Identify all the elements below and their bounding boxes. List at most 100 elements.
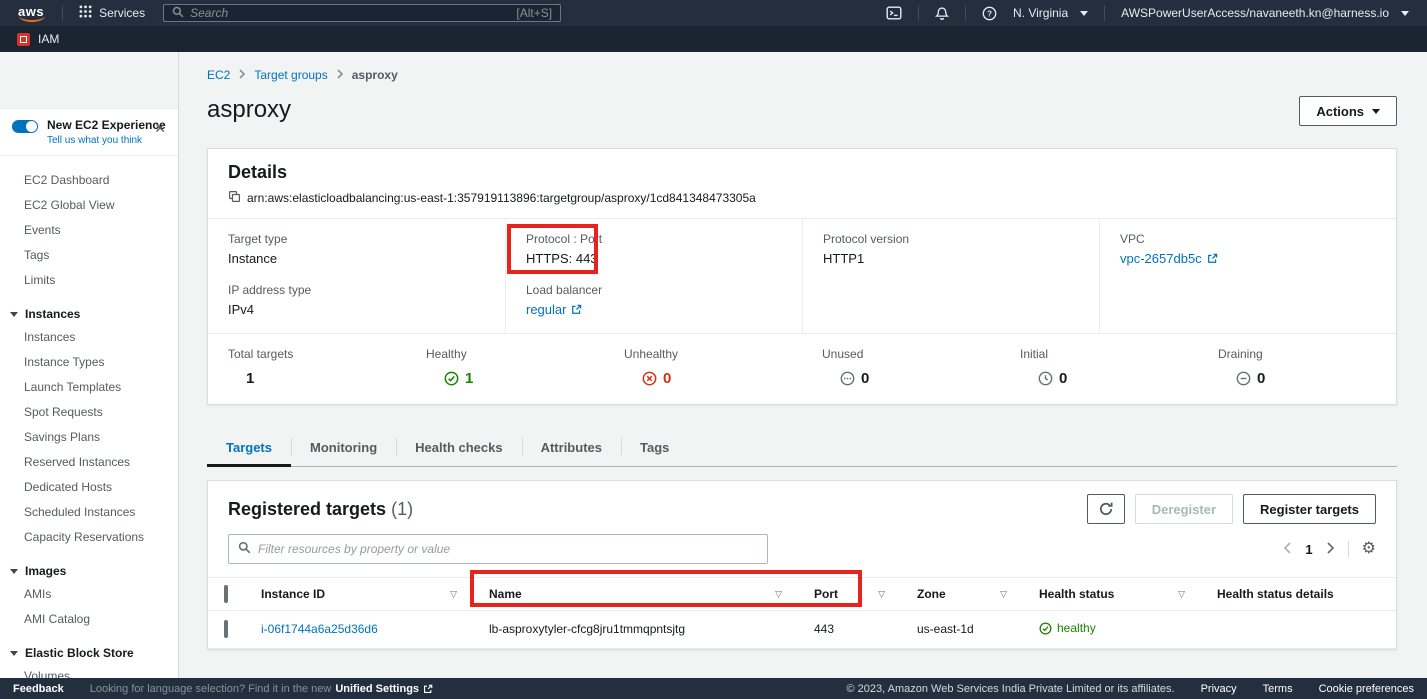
- divider: [1348, 541, 1349, 557]
- sidebar-section-instances[interactable]: Instances: [0, 303, 178, 325]
- divider: [62, 5, 63, 21]
- cookie-preferences-link[interactable]: Cookie preferences: [1319, 683, 1414, 695]
- table-row: i-06f1744a6a25d36d6 lb-asproxytyler-cfcg…: [208, 611, 1396, 649]
- close-icon[interactable]: ✕: [154, 121, 166, 135]
- privacy-link[interactable]: Privacy: [1201, 683, 1237, 695]
- sidebar-item-instance-types[interactable]: Instance Types: [0, 350, 178, 375]
- tab-tags[interactable]: Tags: [621, 429, 688, 466]
- sidebar-nav-list: EC2 Dashboard EC2 Global View Events Tag…: [0, 156, 178, 678]
- instance-id-link[interactable]: i-06f1744a6a25d36d6: [261, 622, 378, 636]
- copy-icon[interactable]: [228, 190, 241, 206]
- health-status-text: healthy: [1057, 621, 1096, 635]
- divider: [918, 5, 919, 21]
- table-settings-gear-icon[interactable]: ⚙: [1362, 541, 1376, 557]
- tab-attributes[interactable]: Attributes: [522, 429, 621, 466]
- aws-logo[interactable]: aws: [10, 2, 54, 24]
- detail-tabs: Targets Monitoring Health checks Attribu…: [207, 429, 1397, 467]
- external-link-icon: [571, 304, 582, 315]
- row-checkbox[interactable]: [224, 620, 228, 638]
- next-page-button[interactable]: [1326, 542, 1335, 557]
- unified-settings-link[interactable]: Unified Settings: [335, 683, 419, 695]
- register-targets-button[interactable]: Register targets: [1243, 494, 1376, 524]
- sidebar-item-reserved-instances[interactable]: Reserved Instances: [0, 450, 178, 475]
- filter-input-box[interactable]: [228, 534, 768, 564]
- experience-toggle[interactable]: [12, 120, 38, 133]
- cell-port: 443: [806, 611, 909, 649]
- field-protocol-version: Protocol version HTTP1: [823, 232, 1079, 266]
- help-button[interactable]: ?: [974, 0, 1005, 26]
- divider: [965, 5, 966, 21]
- sidebar-item-scheduled-instances[interactable]: Scheduled Instances: [0, 500, 178, 525]
- stat-label: Draining: [1218, 347, 1396, 361]
- field-label: Target type: [228, 232, 485, 246]
- search-input[interactable]: [190, 6, 510, 20]
- global-search[interactable]: [Alt+S]: [163, 4, 561, 22]
- console-footer: Feedback Looking for language selection?…: [0, 678, 1427, 699]
- breadcrumb-separator: [238, 68, 246, 82]
- sidebar-item-limits[interactable]: Limits: [0, 268, 178, 293]
- column-instance-id: Instance ID: [261, 587, 325, 601]
- load-balancer-link[interactable]: regular: [526, 302, 582, 317]
- sidebar-section-elastic-block-store[interactable]: Elastic Block Store: [0, 642, 178, 664]
- page-number[interactable]: 1: [1305, 542, 1312, 557]
- sidebar-item-instances[interactable]: Instances: [0, 325, 178, 350]
- breadcrumb-target-groups[interactable]: Target groups: [254, 68, 327, 82]
- field-load-balancer: Load balancer regular: [526, 283, 782, 317]
- sort-icon[interactable]: ▽: [1000, 589, 1007, 600]
- terms-link[interactable]: Terms: [1263, 683, 1293, 695]
- stat-draining: Draining 0: [1198, 347, 1396, 387]
- actions-button[interactable]: Actions: [1299, 96, 1397, 126]
- top-navigation-bar: aws Services [Alt+S] ? N. Virginia A: [0, 0, 1427, 26]
- sidebar-item-events[interactable]: Events: [0, 218, 178, 243]
- sort-icon[interactable]: ▽: [878, 589, 885, 600]
- notifications-bell-button[interactable]: [927, 0, 957, 26]
- sort-icon[interactable]: ▽: [450, 589, 457, 600]
- select-all-checkbox[interactable]: [224, 585, 228, 603]
- sidebar-item-ec2-global-view[interactable]: EC2 Global View: [0, 193, 178, 218]
- tab-monitoring[interactable]: Monitoring: [291, 429, 396, 466]
- details-panel: Details arn:aws:elasticloadbalancing:us-…: [207, 148, 1397, 405]
- health-status-badge: healthy: [1039, 621, 1096, 635]
- sidebar-item-savings-plans[interactable]: Savings Plans: [0, 425, 178, 450]
- cloudshell-button[interactable]: [878, 0, 910, 26]
- stat-value: 0: [861, 370, 869, 387]
- field-value: IPv4: [228, 302, 485, 317]
- iam-tab-label[interactable]: IAM: [38, 32, 59, 46]
- tab-targets[interactable]: Targets: [207, 429, 291, 466]
- sidebar-item-ec2-dashboard[interactable]: EC2 Dashboard: [0, 168, 178, 193]
- registered-targets-table: Instance ID▽ Name▽ Port▽ Zone▽ Health st…: [208, 577, 1396, 649]
- cell-zone: us-east-1d: [909, 611, 1031, 649]
- sort-icon[interactable]: ▽: [1178, 589, 1185, 600]
- field-target-type: Target type Instance: [228, 232, 485, 266]
- sidebar-item-dedicated-hosts[interactable]: Dedicated Hosts: [0, 475, 178, 500]
- feedback-link[interactable]: Feedback: [13, 683, 64, 695]
- sidebar-item-ami-catalog[interactable]: AMI Catalog: [0, 607, 178, 632]
- experience-feedback-link[interactable]: Tell us what you think: [47, 135, 166, 146]
- account-menu[interactable]: AWSPowerUserAccess/navaneeth.kn@harness.…: [1113, 0, 1417, 26]
- previous-page-button[interactable]: [1283, 542, 1292, 557]
- sidebar-item-volumes[interactable]: Volumes: [0, 664, 178, 678]
- services-menu[interactable]: Services: [71, 0, 153, 26]
- sidebar-item-launch-templates[interactable]: Launch Templates: [0, 375, 178, 400]
- breadcrumb-ec2[interactable]: EC2: [207, 68, 230, 82]
- stat-label: Initial: [1020, 347, 1198, 361]
- sort-icon[interactable]: ▽: [775, 589, 782, 600]
- sidebar-item-capacity-reservations[interactable]: Capacity Reservations: [0, 525, 178, 550]
- svg-text:?: ?: [987, 9, 992, 18]
- region-selector[interactable]: N. Virginia: [1005, 0, 1096, 26]
- sidebar-item-tags[interactable]: Tags: [0, 243, 178, 268]
- sidebar-section-images[interactable]: Images: [0, 560, 178, 582]
- field-value: HTTP1: [823, 251, 1079, 266]
- refresh-button[interactable]: [1087, 494, 1125, 524]
- stat-label: Unused: [822, 347, 1000, 361]
- stat-value: 0: [1059, 370, 1067, 387]
- vpc-link[interactable]: vpc-2657db5c: [1120, 251, 1218, 266]
- tab-health-checks[interactable]: Health checks: [396, 429, 521, 466]
- sidebar-item-spot-requests[interactable]: Spot Requests: [0, 400, 178, 425]
- region-label: N. Virginia: [1013, 6, 1068, 20]
- filter-input[interactable]: [258, 542, 758, 556]
- field-ip-address-type: IP address type IPv4: [228, 283, 485, 317]
- target-group-arn: arn:aws:elasticloadbalancing:us-east-1:3…: [247, 191, 756, 205]
- deregister-button[interactable]: Deregister: [1135, 494, 1233, 524]
- sidebar-item-amis[interactable]: AMIs: [0, 582, 178, 607]
